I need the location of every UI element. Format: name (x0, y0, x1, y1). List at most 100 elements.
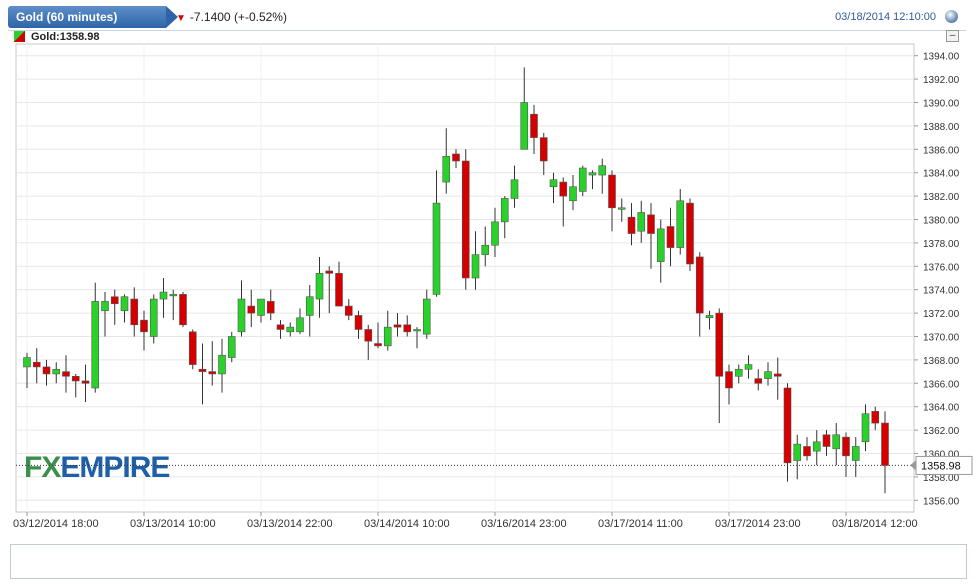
candle-body-down (783, 387, 792, 464)
candle-body-up (812, 441, 821, 452)
candle-body-up (510, 179, 519, 199)
last-price-label: 1358.98 (921, 460, 961, 472)
y-tick-label: 1384.00 (923, 169, 960, 180)
candle-body-down (754, 378, 763, 384)
candle-body-up (569, 186, 577, 202)
watermark-logo: FXEMPIRE (24, 451, 169, 484)
x-tick-label: 03/18/2014 12:00 (832, 518, 918, 530)
candle-body-up (793, 443, 802, 461)
candle-body-down (335, 273, 343, 307)
candle-body-down (354, 315, 363, 330)
candle-body-up (578, 167, 587, 192)
candle-body-down (530, 113, 538, 138)
candle-body-up (734, 368, 743, 377)
candle-body-up (218, 354, 226, 375)
candle-body-up (159, 291, 168, 300)
candle-body-down (539, 137, 548, 162)
candle-body-up (500, 198, 509, 223)
candle-body-up (237, 298, 246, 333)
candle (686, 198, 694, 271)
watermark-part2: EMPIRE (60, 451, 169, 484)
x-tick-label: 03/17/2014 23:00 (715, 518, 801, 530)
candle-body-up (296, 317, 304, 333)
candle-body-down (276, 324, 285, 330)
candle-body-down (842, 436, 850, 457)
candle-body-down (461, 160, 470, 279)
candle-body-down (686, 202, 694, 265)
y-tick-label: 1372.00 (923, 309, 960, 320)
candle-body-down (208, 371, 217, 375)
candle-body-down (179, 294, 187, 326)
candle-body-up (383, 326, 392, 347)
candle-body-up (227, 336, 236, 358)
candle-body-up (101, 301, 109, 312)
x-tick-label: 03/13/2014 22:00 (247, 518, 333, 530)
y-tick-label: 1370.00 (923, 333, 960, 344)
candle-body-down (871, 411, 880, 424)
candle-body-down (81, 380, 90, 384)
candle-body-up (705, 315, 714, 319)
candle-body-up (637, 212, 646, 232)
candle-body-up (91, 301, 100, 389)
candle-body-down (188, 331, 197, 365)
y-tick-label: 1378.00 (923, 239, 960, 250)
candle-body-down (773, 373, 782, 377)
y-tick-label: 1366.00 (923, 379, 960, 390)
candle (179, 292, 187, 328)
y-tick-label: 1356.00 (923, 496, 960, 507)
candle-body-up (744, 364, 753, 370)
candle-body-down (344, 305, 353, 316)
candle (227, 331, 236, 363)
x-tick-label: 03/16/2014 23:00 (481, 518, 567, 530)
y-tick-label: 1368.00 (923, 356, 960, 367)
y-tick-label: 1376.00 (923, 262, 960, 273)
candle-body-up (286, 326, 295, 333)
candle-body-up (432, 202, 441, 295)
x-tick-label: 03/17/2014 11:00 (598, 518, 683, 530)
x-tick-label: 03/13/2014 10:00 (130, 518, 216, 530)
candle-body-up (120, 296, 129, 312)
y-tick-label: 1386.00 (923, 145, 960, 156)
candle-body-up (832, 434, 841, 450)
navigator-panel[interactable] (10, 544, 967, 579)
candle-body-up (413, 329, 421, 332)
candle-body-down (608, 174, 616, 209)
candle-body-down (198, 368, 207, 372)
candle-body-down (71, 375, 80, 382)
candle (149, 294, 158, 344)
candle-body-down (627, 216, 636, 234)
candle-body-down (364, 329, 373, 342)
candle-body-down (110, 296, 119, 305)
candle-body-down (325, 270, 334, 274)
candle-body-up (169, 294, 178, 297)
y-tick-label: 1388.00 (923, 122, 960, 133)
candle-body-down (42, 366, 51, 375)
price-chart: 1356.001358.001360.001362.001364.001366.… (13, 43, 973, 575)
y-tick-label: 1374.00 (923, 286, 960, 297)
y-tick-label: 1392.00 (923, 75, 960, 86)
candle-body-down (881, 422, 889, 466)
candle-body-down (725, 371, 733, 389)
candle (461, 149, 470, 290)
candle-body-down (559, 181, 568, 197)
candle-body-down (130, 298, 139, 326)
candle-body-down (266, 301, 275, 314)
candle-body-down (647, 214, 655, 234)
candle-body-down (666, 226, 675, 248)
candle-body-up (491, 221, 499, 246)
candle-body-up (481, 244, 490, 255)
candle-body-up (764, 371, 772, 379)
candle-body-up (851, 446, 860, 461)
candle-body-down (803, 446, 811, 457)
candle-body-up (676, 200, 685, 248)
candle-body-up (549, 179, 558, 188)
candle-body-down (32, 361, 41, 368)
y-tick-label: 1362.00 (923, 426, 960, 437)
candle-body-down (695, 256, 704, 314)
candle (578, 165, 587, 197)
candle-body-up (149, 298, 158, 337)
candle-body-up (471, 254, 480, 279)
candle-body-down (393, 324, 402, 328)
y-tick-label: 1394.00 (923, 52, 960, 63)
candle-body-down (452, 153, 460, 162)
